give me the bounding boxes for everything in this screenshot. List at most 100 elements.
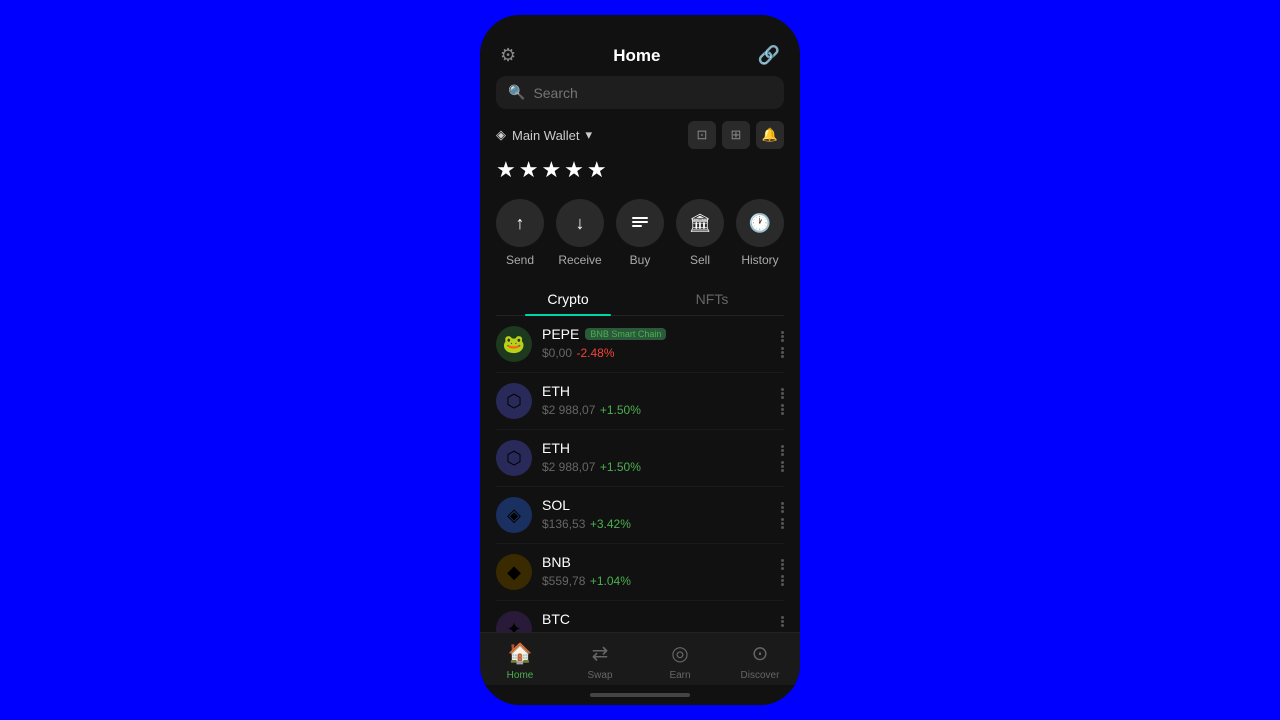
- token-menu-dots2-sol: [781, 518, 784, 529]
- dot3: [781, 339, 784, 342]
- dot1: [781, 559, 784, 562]
- dot3: [781, 396, 784, 399]
- dot1: [781, 445, 784, 448]
- dot5: [781, 351, 784, 354]
- token-icon-sol: ◈: [496, 497, 532, 533]
- dot2: [781, 335, 784, 338]
- wallet-section: ◈ Main Wallet ▾ ⊡ ⊞ 🔔: [480, 121, 800, 157]
- token-change-eth1: +1.50%: [600, 403, 641, 417]
- dot2: [781, 449, 784, 452]
- token-badge-pepe: BNB Smart Chain: [585, 328, 666, 340]
- token-name-eth1: ETH: [542, 383, 570, 399]
- dot3: [781, 567, 784, 570]
- token-name-eth2: ETH: [542, 440, 570, 456]
- token-menu-btc1[interactable]: [781, 616, 784, 633]
- token-menu-dots2-eth1: [781, 404, 784, 415]
- send-button[interactable]: ↑ Send: [496, 199, 544, 267]
- nav-swap[interactable]: ⇄ Swap: [560, 641, 640, 681]
- dot2: [781, 392, 784, 395]
- dot4: [781, 404, 784, 407]
- token-name-btc1: BTC: [542, 611, 570, 627]
- token-icon-btc1: ✦: [496, 611, 532, 632]
- copy-button[interactable]: ⊡: [688, 121, 716, 149]
- token-menu-bnb[interactable]: [781, 559, 784, 586]
- scan-icon[interactable]: 🔗: [758, 45, 780, 66]
- history-button[interactable]: 🕐 History: [736, 199, 784, 267]
- token-item-eth2[interactable]: ⬡ ETH $2 988,07 +1.50%: [496, 430, 784, 487]
- dot2: [781, 563, 784, 566]
- token-menu-dots2-pepe: [781, 347, 784, 358]
- token-icon-eth1: ⬡: [496, 383, 532, 419]
- dot5: [781, 579, 784, 582]
- search-bar[interactable]: 🔍: [496, 76, 784, 109]
- token-icon-pepe: 🐸: [496, 326, 532, 362]
- token-price-row-pepe: $0,00 -2.48%: [542, 344, 771, 362]
- dot5: [781, 408, 784, 411]
- token-menu-dots-eth1: [781, 388, 784, 399]
- token-item-bnb[interactable]: ◆ BNB $559,78 +1.04%: [496, 544, 784, 601]
- receive-button[interactable]: ↓ Receive: [556, 199, 604, 267]
- token-icon-bnb: ◆: [496, 554, 532, 590]
- bottom-nav: 🏠 Home ⇄ Swap ◎ Earn ⊙ Discover: [480, 632, 800, 685]
- dot4: [781, 347, 784, 350]
- token-change-sol: +3.42%: [590, 517, 631, 531]
- nav-earn[interactable]: ◎ Earn: [640, 641, 720, 681]
- token-price-eth1: $2 988,07: [542, 403, 595, 417]
- dot1: [781, 331, 784, 334]
- buy-button[interactable]: Buy: [616, 199, 664, 267]
- earn-nav-icon: ◎: [671, 641, 688, 666]
- tab-nfts[interactable]: NFTs: [640, 283, 784, 315]
- token-info-btc1: BTC $58 773,92 +2.45%: [542, 611, 771, 632]
- token-name-sol: SOL: [542, 497, 570, 513]
- discover-nav-icon: ⊙: [752, 641, 769, 666]
- token-change-bnb: +1.04%: [590, 574, 631, 588]
- history-label: History: [741, 253, 778, 267]
- search-input[interactable]: [533, 85, 772, 101]
- settings-icon[interactable]: ⚙: [500, 45, 516, 66]
- token-icon-eth2: ⬡: [496, 440, 532, 476]
- search-icon: 🔍: [508, 84, 525, 101]
- token-price-eth2: $2 988,07: [542, 460, 595, 474]
- dot1: [781, 616, 784, 619]
- nav-home[interactable]: 🏠 Home: [480, 641, 560, 681]
- token-price-row-eth2: $2 988,07 +1.50%: [542, 458, 771, 476]
- token-menu-sol[interactable]: [781, 502, 784, 529]
- buy-icon-circle: [616, 199, 664, 247]
- qr-button[interactable]: ⊞: [722, 121, 750, 149]
- token-menu-dots-pepe: [781, 331, 784, 342]
- dot6: [781, 526, 784, 529]
- token-price-pepe: $0,00: [542, 346, 572, 360]
- token-info-eth2: ETH $2 988,07 +1.50%: [542, 440, 771, 476]
- sell-button[interactable]: 🏛 Sell: [676, 199, 724, 267]
- token-menu-eth1[interactable]: [781, 388, 784, 415]
- token-menu-dots2-bnb: [781, 575, 784, 586]
- token-item-btc1[interactable]: ✦ BTC $58 773,92 +2.45%: [496, 601, 784, 632]
- token-menu-pepe[interactable]: [781, 331, 784, 358]
- token-name-row-eth2: ETH: [542, 440, 771, 456]
- action-buttons: ↑ Send ↓ Receive Buy 🏛 Sell 🕐 History: [480, 199, 800, 283]
- tabs: Crypto NFTs: [496, 283, 784, 316]
- home-indicator: [480, 685, 800, 705]
- bell-button[interactable]: 🔔: [756, 121, 784, 149]
- send-label: Send: [506, 253, 534, 267]
- dot3: [781, 510, 784, 513]
- receive-label: Receive: [558, 253, 601, 267]
- nav-discover[interactable]: ⊙ Discover: [720, 641, 800, 681]
- dot1: [781, 388, 784, 391]
- token-info-pepe: PEPE BNB Smart Chain $0,00 -2.48%: [542, 326, 771, 362]
- token-item-pepe[interactable]: 🐸 PEPE BNB Smart Chain $0,00 -2.48%: [496, 316, 784, 373]
- token-menu-eth2[interactable]: [781, 445, 784, 472]
- token-name-bnb: BNB: [542, 554, 571, 570]
- token-name-row-eth1: ETH: [542, 383, 771, 399]
- token-name-pepe: PEPE: [542, 326, 579, 342]
- tab-crypto[interactable]: Crypto: [496, 283, 640, 315]
- dot4: [781, 518, 784, 521]
- dot6: [781, 412, 784, 415]
- token-item-sol[interactable]: ◈ SOL $136,53 +3.42%: [496, 487, 784, 544]
- wallet-dropdown-icon[interactable]: ▾: [585, 127, 592, 143]
- dot4: [781, 461, 784, 464]
- swap-nav-icon: ⇄: [592, 641, 609, 666]
- token-item-eth1[interactable]: ⬡ ETH $2 988,07 +1.50%: [496, 373, 784, 430]
- token-menu-dots-sol: [781, 502, 784, 513]
- home-nav-label: Home: [507, 670, 534, 681]
